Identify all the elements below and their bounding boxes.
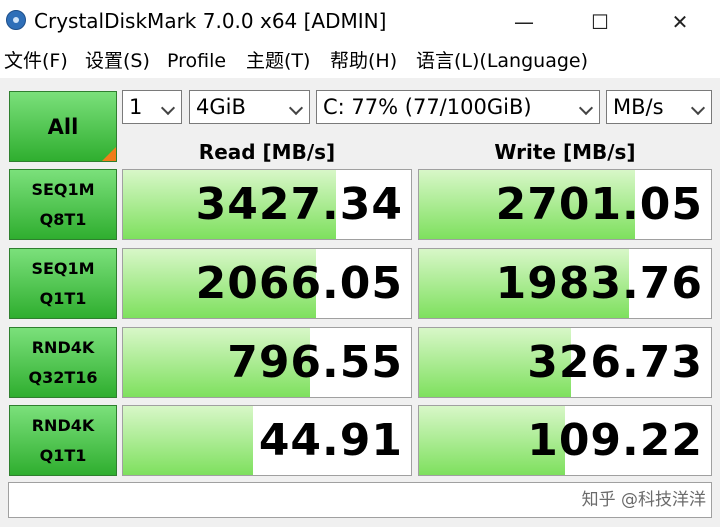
read-header: Read [MB/s] [198, 140, 336, 164]
menu-theme[interactable]: 主题(T) [246, 48, 310, 74]
read-result-cell: 3427.34 [122, 169, 412, 240]
read-result-cell: 796.55 [122, 327, 412, 398]
read-result-cell: 44.91 [122, 405, 412, 476]
menu-settings[interactable]: 设置(S) [85, 48, 150, 74]
chevron-down-icon [288, 100, 304, 116]
write-result-cell: 1983.76 [418, 248, 712, 319]
test-button-seq1m-q1t1[interactable]: SEQ1M Q1T1 [9, 248, 117, 319]
write-result-value: 2701.05 [495, 179, 703, 230]
test-label-line2: Q1T1 [39, 288, 87, 308]
menu-help[interactable]: 帮助(H) [330, 48, 397, 74]
read-result-bar [123, 406, 253, 475]
menu-language[interactable]: 语言(L)(Language) [416, 48, 588, 74]
write-result-cell: 326.73 [418, 327, 712, 398]
unit-select[interactable]: MB/s [606, 90, 712, 124]
test-label-line1: RND4K [31, 415, 95, 435]
chevron-down-icon [578, 100, 594, 116]
size-value: 4GiB [196, 95, 246, 119]
test-label-line1: RND4K [31, 337, 95, 357]
menu-file[interactable]: 文件(F) [4, 48, 68, 74]
minimize-button[interactable]: — [496, 0, 552, 44]
write-result-value: 1983.76 [495, 258, 703, 309]
test-button-seq1m-q8t1[interactable]: SEQ1M Q8T1 [9, 169, 117, 240]
read-result-value: 796.55 [227, 337, 403, 388]
test-label-line2: Q32T16 [28, 367, 98, 387]
test-label-line1: SEQ1M [31, 179, 95, 199]
close-button[interactable]: ✕ [652, 0, 708, 44]
read-result-cell: 2066.05 [122, 248, 412, 319]
menu-profile[interactable]: Profile [167, 48, 226, 74]
watermark: 知乎 @科技洋洋 [581, 490, 706, 510]
chevron-down-icon [160, 100, 176, 116]
test-label-line2: Q8T1 [39, 209, 87, 229]
drive-select[interactable]: C: 77% (77/100GiB) [316, 90, 600, 124]
menu-bar: 文件(F) 设置(S) Profile 主题(T) 帮助(H) 语言(L)(La… [0, 44, 720, 78]
write-result-value: 109.22 [527, 415, 703, 466]
write-result-cell: 2701.05 [418, 169, 712, 240]
test-button-rnd4k-q32t16[interactable]: RND4K Q32T16 [9, 327, 117, 398]
chevron-down-icon [690, 100, 706, 116]
corner-marker [102, 147, 116, 161]
write-header: Write [MB/s] [494, 140, 636, 164]
drive-value: C: 77% (77/100GiB) [323, 95, 532, 119]
window-title: CrystalDiskMark 7.0.0 x64 [ADMIN] [34, 9, 387, 33]
write-result-cell: 109.22 [418, 405, 712, 476]
maximize-button[interactable]: ☐ [572, 0, 628, 44]
test-button-rnd4k-q1t1[interactable]: RND4K Q1T1 [9, 405, 117, 476]
read-result-value: 2066.05 [195, 258, 403, 309]
all-button-label: All [47, 114, 79, 139]
app-disk-icon [6, 10, 26, 30]
write-result-value: 326.73 [527, 337, 703, 388]
read-result-value: 44.91 [258, 415, 403, 466]
title-bar: CrystalDiskMark 7.0.0 x64 [ADMIN] — ☐ ✕ [0, 0, 720, 44]
test-label-line1: SEQ1M [31, 258, 95, 278]
count-select[interactable]: 1 [122, 90, 182, 124]
unit-value: MB/s [613, 95, 664, 119]
test-label-line2: Q1T1 [39, 445, 87, 465]
count-value: 1 [129, 95, 143, 119]
all-button[interactable]: All [9, 91, 117, 162]
size-select[interactable]: 4GiB [189, 90, 310, 124]
read-result-value: 3427.34 [195, 179, 403, 230]
